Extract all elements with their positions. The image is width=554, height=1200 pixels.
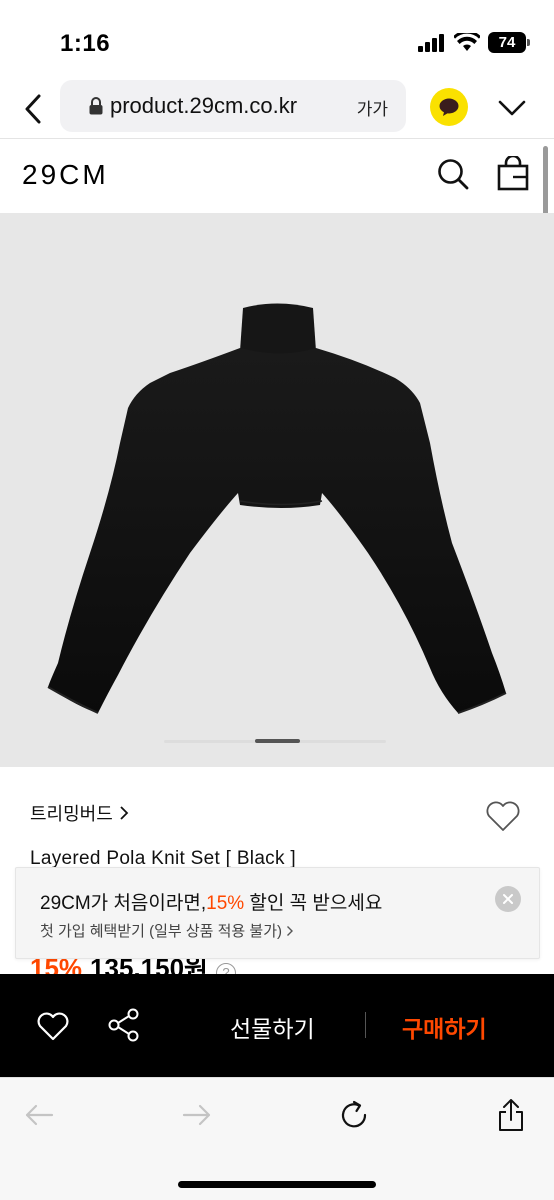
kakao-talk-icon (439, 98, 459, 116)
wishlist-heart-icon[interactable] (484, 798, 522, 834)
kakao-talk-button[interactable] (430, 88, 468, 126)
site-logo[interactable]: 29CM (22, 159, 109, 191)
address-bar[interactable]: product.29cm.co.kr 가가 (60, 80, 406, 132)
status-icons: 74 (418, 32, 530, 53)
gift-button[interactable]: 선물하기 (230, 1010, 315, 1044)
text-size-button[interactable]: 가가 (357, 95, 388, 120)
carousel-indicator[interactable] (255, 739, 300, 743)
buy-button[interactable]: 구매하기 (402, 1010, 487, 1044)
browser-menu-button[interactable] (496, 92, 528, 124)
wifi-icon (454, 32, 480, 51)
share-sheet-button[interactable] (494, 1098, 528, 1132)
lock-icon (89, 97, 103, 115)
status-bar: 1:16 74 (0, 0, 554, 80)
brand-name: 트리밍버드 (30, 804, 113, 824)
search-icon[interactable] (436, 157, 470, 191)
browser-forward-nav-button[interactable] (180, 1098, 214, 1132)
battery-level: 74 (498, 34, 516, 51)
brand-link[interactable]: 트리밍버드 (30, 800, 129, 826)
chevron-right-icon (287, 925, 293, 936)
arrow-right-icon (182, 1104, 211, 1126)
promo-close-button[interactable] (495, 886, 521, 912)
close-icon (503, 894, 513, 904)
share-upload-icon (499, 1099, 523, 1131)
reload-icon (341, 1100, 367, 1128)
shopping-bag-icon[interactable] (496, 156, 530, 192)
like-heart-icon[interactable] (36, 1010, 70, 1042)
back-icon (25, 94, 41, 124)
promo-title-suffix: 할인 꼭 받으세요 (244, 893, 383, 914)
promo-subtitle: 첫 가입 혜택받기 (일부 상품 적용 불가) (40, 923, 282, 940)
cellular-signal-icon (418, 33, 444, 52)
browser-toolbar (0, 1077, 554, 1200)
chevron-right-icon (120, 806, 129, 820)
url-text: product.29cm.co.kr (110, 93, 298, 118)
promo-title: 29CM가 처음이라면,15% 할인 꼭 받으세요 (40, 888, 382, 915)
knit-sweater-image (47, 303, 507, 714)
battery-indicator: 74 (488, 32, 530, 53)
browser-address-row: product.29cm.co.kr 가가 (0, 80, 554, 138)
status-time: 1:16 (60, 30, 111, 57)
promo-title-prefix: 29CM가 처음이라면, (40, 893, 207, 914)
reload-button[interactable] (337, 1098, 371, 1132)
home-indicator[interactable] (178, 1181, 376, 1188)
purchase-bar: 선물하기 구매하기 (0, 974, 554, 1077)
divider (365, 1012, 366, 1038)
promo-signup-link[interactable]: 첫 가입 혜택받기 (일부 상품 적용 불가) (40, 920, 294, 941)
chevron-down-icon (498, 100, 526, 116)
promo-title-accent: 15% (206, 893, 245, 914)
browser-back-nav-button[interactable] (22, 1098, 56, 1132)
arrow-left-icon (25, 1104, 54, 1126)
site-header: 29CM (0, 139, 554, 213)
browser-back-button[interactable] (18, 90, 48, 128)
share-icon[interactable] (108, 1008, 140, 1042)
signup-promo-banner[interactable]: 29CM가 처음이라면,15% 할인 꼭 받으세요 첫 가입 혜택받기 (일부 … (15, 867, 540, 959)
product-image[interactable] (0, 213, 554, 767)
